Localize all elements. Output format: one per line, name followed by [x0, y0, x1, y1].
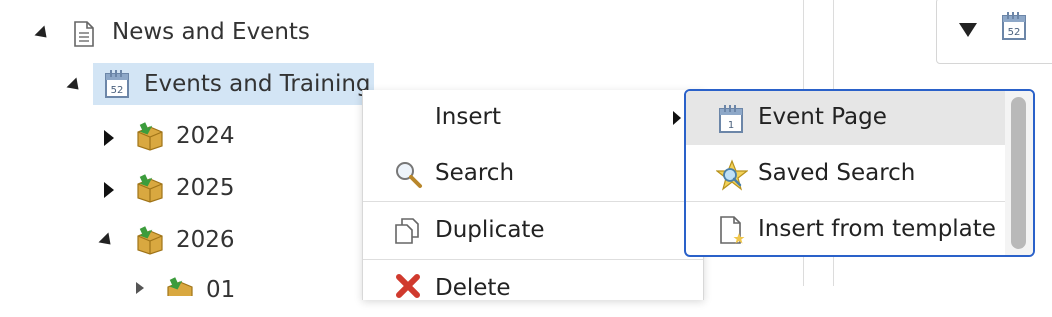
search-icon — [396, 162, 422, 188]
submenu-item-insert-from-template[interactable]: Insert from template — [686, 203, 1008, 255]
dropdown-arrow-icon — [959, 23, 977, 37]
template-toolbar-button[interactable]: 52 — [936, 0, 1052, 64]
template-document-icon — [720, 216, 745, 244]
menu-item-duplicate[interactable]: Duplicate — [363, 203, 703, 259]
collapsed-arrow-icon[interactable] — [104, 182, 114, 198]
menu-separator — [363, 259, 703, 260]
menu-item-label: Delete — [435, 275, 511, 301]
collapsed-arrow-icon[interactable] — [136, 282, 144, 294]
submenu-item-label: Saved Search — [758, 160, 916, 186]
menu-item-label: Insert — [435, 104, 501, 130]
tree-node-label: 01 — [206, 277, 236, 303]
submenu-item-event-page[interactable]: 1 Event Page — [686, 91, 1008, 145]
folder-box-icon — [137, 122, 163, 151]
submenu-item-saved-search[interactable]: Saved Search — [686, 147, 1008, 201]
document-icon — [74, 21, 94, 47]
calendar-icon: 52 — [1002, 12, 1026, 40]
folder-box-icon — [167, 277, 193, 296]
svg-text:52: 52 — [1008, 27, 1021, 38]
menu-item-insert[interactable]: Insert — [363, 90, 703, 146]
tree-node-label: 2026 — [176, 227, 235, 253]
tree-node-label: 2025 — [176, 175, 235, 201]
insert-submenu: 1 Event Page Saved Search Insert from te… — [684, 89, 1035, 257]
context-menu: Insert Search Duplicate Delete — [362, 90, 704, 301]
tree-node-label: Events and Training — [144, 71, 371, 97]
submenu-separator — [686, 201, 1008, 202]
duplicate-icon — [395, 218, 419, 244]
submenu-scrollbar-thumb[interactable] — [1011, 97, 1026, 249]
calendar-icon: 1 — [719, 105, 743, 133]
menu-item-search[interactable]: Search — [363, 146, 703, 202]
delete-icon — [396, 274, 420, 298]
expanded-arrow-icon[interactable] — [66, 77, 84, 95]
calendar-icon: 52 — [105, 70, 129, 98]
menu-item-label: Search — [435, 160, 515, 186]
menu-separator — [363, 201, 703, 202]
submenu-arrow-icon — [673, 111, 681, 125]
tree-node-label: 2024 — [176, 123, 235, 149]
expanded-arrow-icon[interactable] — [34, 25, 52, 43]
svg-text:52: 52 — [111, 85, 124, 96]
tree-node-label: News and Events — [112, 19, 310, 45]
submenu-item-label: Event Page — [758, 104, 887, 130]
folder-box-icon — [137, 174, 163, 203]
saved-search-icon — [716, 159, 748, 191]
submenu-item-label: Insert from template — [758, 216, 996, 242]
menu-item-label: Duplicate — [435, 217, 545, 243]
collapsed-arrow-icon[interactable] — [104, 130, 114, 146]
submenu-scrollbar-track[interactable] — [1005, 91, 1033, 255]
expanded-arrow-icon[interactable] — [98, 232, 116, 250]
svg-text:1: 1 — [728, 120, 734, 131]
folder-box-icon — [137, 226, 163, 255]
menu-item-delete[interactable]: Delete — [363, 261, 703, 317]
